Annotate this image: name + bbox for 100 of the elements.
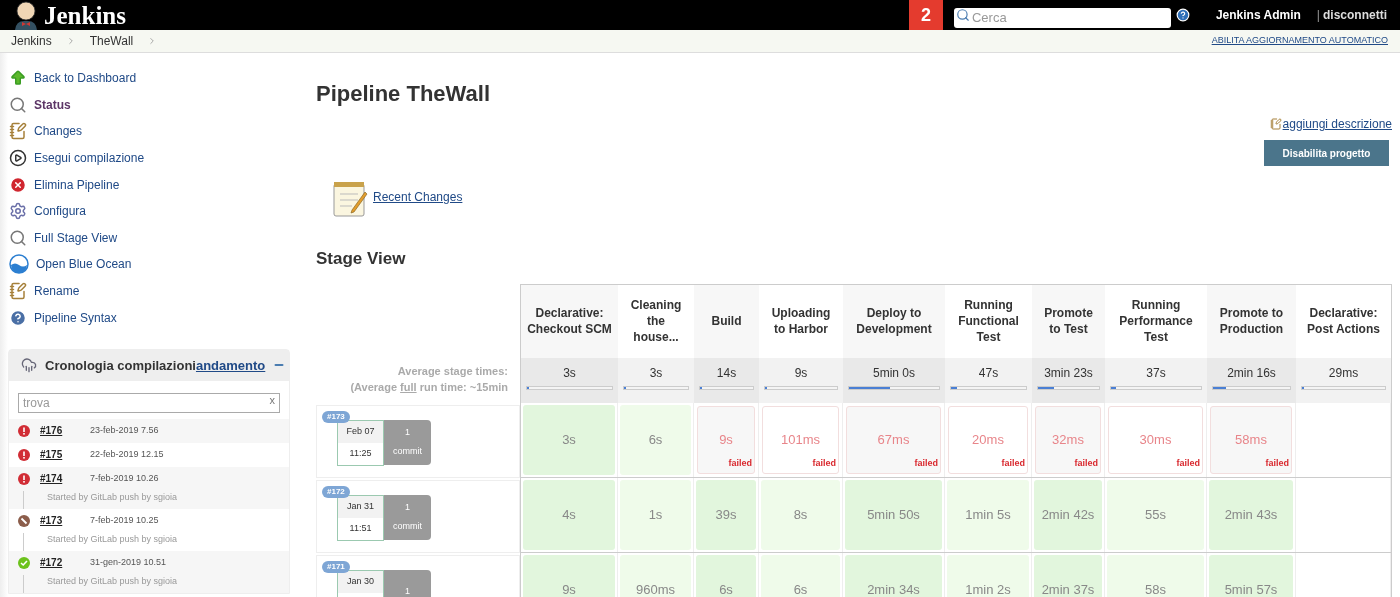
wave-circle-icon	[9, 254, 29, 275]
failed-label: failed	[1074, 457, 1098, 470]
stage-header: Promote to Production	[1207, 284, 1296, 358]
up-arrow-icon	[9, 69, 27, 88]
stage-cell[interactable]: 5min 57s	[1209, 554, 1293, 597]
disable-project-button[interactable]: Disabilita progetto	[1264, 140, 1389, 166]
stage-cell[interactable]: 101ms failed	[762, 405, 839, 474]
sidebar-item[interactable]: Pipeline Syntax	[0, 304, 291, 331]
breadcrumb-link[interactable]: Jenkins	[11, 32, 52, 50]
aborted-status-icon	[18, 514, 30, 527]
build-number-badge[interactable]: #172	[322, 485, 350, 498]
build-link[interactable]: #174	[40, 471, 80, 487]
rain-cloud-icon	[21, 357, 37, 374]
stage-header: Deploy to Development	[843, 284, 945, 358]
trend-link[interactable]: andamento	[195, 355, 266, 376]
success-status-icon	[18, 556, 30, 569]
user-link[interactable]: Jenkins Admin	[1215, 6, 1301, 24]
sidebar-item[interactable]: Status	[0, 91, 291, 119]
stage-duration: 58ms	[1235, 430, 1267, 449]
build-row[interactable]: #172 31-gen-2019 10.51 Started by GitLab push by sgioia	[9, 550, 289, 593]
stage-cell[interactable]: 32ms failed	[1035, 405, 1101, 474]
stage-cell[interactable]: 1s	[620, 479, 691, 550]
stage-cell[interactable]: 20ms failed	[948, 405, 1028, 474]
build-date: 31-gen-2019 10.51	[90, 556, 167, 570]
add-description-link[interactable]: aggiungi descrizione	[1282, 115, 1392, 133]
gear-icon	[9, 202, 27, 221]
logo-text[interactable]: Jenkins	[44, 2, 126, 28]
average-time: 3min 23s	[1044, 364, 1093, 382]
auto-refresh-link[interactable]: ABILITA AGGIORNAMENTO AUTOMATICO	[1211, 34, 1388, 48]
sidebar-item[interactable]: Configura	[0, 197, 291, 225]
sidebar-item[interactable]: Back to Dashboard	[0, 65, 291, 92]
help-icon	[9, 308, 27, 327]
build-date: 23-feb-2019 7.56	[90, 424, 159, 438]
stage-cell[interactable]: 2min 43s	[1209, 479, 1293, 550]
notepad-icon	[332, 180, 368, 218]
stage-duration: 67ms	[877, 430, 910, 449]
failed-label: failed	[1265, 457, 1289, 470]
stage-cell[interactable]: 2min 42s	[1034, 479, 1102, 550]
commits-badge[interactable]: 1 commit	[384, 494, 431, 540]
stage-cell[interactable]: 8s	[761, 479, 840, 550]
help-icon[interactable]	[1175, 8, 1190, 22]
build-link[interactable]: #173	[40, 513, 80, 529]
sidebar-item[interactable]: Elimina Pipeline	[0, 171, 291, 198]
stage-cell[interactable]: 5min 50s	[845, 479, 942, 550]
stage-cell[interactable]: 1min 5s	[947, 479, 1029, 550]
stage-duration: 101ms	[781, 430, 820, 449]
failed-status-icon	[18, 472, 30, 485]
magnifier-icon	[9, 228, 27, 247]
stage-cell[interactable]: 2min 37s	[1034, 554, 1102, 597]
stage-cell[interactable]: 55s	[1107, 479, 1204, 550]
build-link[interactable]: #172	[40, 555, 80, 571]
sidebar-item[interactable]: Open Blue Ocean	[0, 251, 291, 278]
commits-badge[interactable]: 1	[384, 569, 431, 597]
panel-title: Cronologia compilazioni	[45, 356, 196, 375]
logout-link[interactable]: disconnetti	[1323, 6, 1387, 24]
edit-icon	[1269, 118, 1282, 130]
sidebar-item[interactable]: Rename	[0, 277, 291, 305]
search-icon	[955, 8, 970, 22]
sidebar-item[interactable]: Changes	[0, 118, 291, 145]
stage-cell[interactable]: 6s	[761, 554, 840, 597]
stage-cell[interactable]: 6s	[696, 554, 756, 597]
failed-label: failed	[812, 457, 836, 470]
stage-cell[interactable]: 9s	[523, 554, 615, 597]
notification-badge[interactable]: 2	[908, 0, 943, 30]
breadcrumb-link[interactable]: TheWall	[89, 32, 134, 50]
stage-cell[interactable]: 58s	[1107, 554, 1204, 597]
build-link[interactable]: #176	[40, 423, 80, 439]
recent-changes-link[interactable]: Recent Changes	[373, 188, 463, 206]
average-label: Average stage times:	[397, 363, 508, 379]
stage-cell[interactable]: 3s	[523, 404, 615, 475]
build-time: 11:51	[348, 521, 373, 535]
stage-header: Build	[694, 284, 759, 358]
sidebar-item[interactable]: Full Stage View	[0, 224, 291, 252]
stage-cell[interactable]: 30ms failed	[1108, 405, 1203, 474]
butler-figure-icon	[12, 0, 40, 30]
search-field[interactable]: Cerca	[953, 7, 1171, 28]
clear-button[interactable]: x	[269, 391, 275, 409]
build-date: 7-feb-2019 10.25	[90, 514, 159, 528]
stage-cell[interactable]: 1min 2s	[947, 554, 1029, 597]
failed-label: failed	[1001, 457, 1025, 470]
stage-cell[interactable]: 58ms failed	[1210, 405, 1292, 474]
section-title: Stage View	[316, 248, 407, 270]
build-link[interactable]: #175	[40, 447, 80, 463]
average-time: 14s	[716, 364, 737, 382]
build-number-badge[interactable]: #171	[322, 560, 350, 573]
stage-cell[interactable]: 6s	[620, 404, 691, 475]
stage-cell[interactable]: 4s	[523, 479, 615, 550]
stage-cell[interactable]: 960ms	[620, 554, 691, 597]
build-row[interactable]: #174 7-feb-2019 10.26 Started by GitLab push by sgioia	[9, 466, 289, 509]
stage-duration: 30ms	[1139, 430, 1172, 449]
stage-cell[interactable]: 67ms failed	[846, 405, 941, 474]
stage-cell[interactable]: 39s	[696, 479, 756, 550]
stage-cell[interactable]: 9s failed	[697, 405, 755, 474]
magnifier-icon	[9, 95, 27, 114]
build-number-badge[interactable]: #173	[322, 410, 350, 423]
stage-header: Declarative: Checkout SCM	[521, 284, 618, 358]
sidebar-item[interactable]: Esegui compilazione	[0, 144, 291, 172]
commits-badge[interactable]: 1 commit	[384, 419, 431, 465]
stage-cell[interactable]: 2min 34s	[845, 554, 942, 597]
build-row[interactable]: #176 23-feb-2019 7.56	[9, 418, 289, 443]
